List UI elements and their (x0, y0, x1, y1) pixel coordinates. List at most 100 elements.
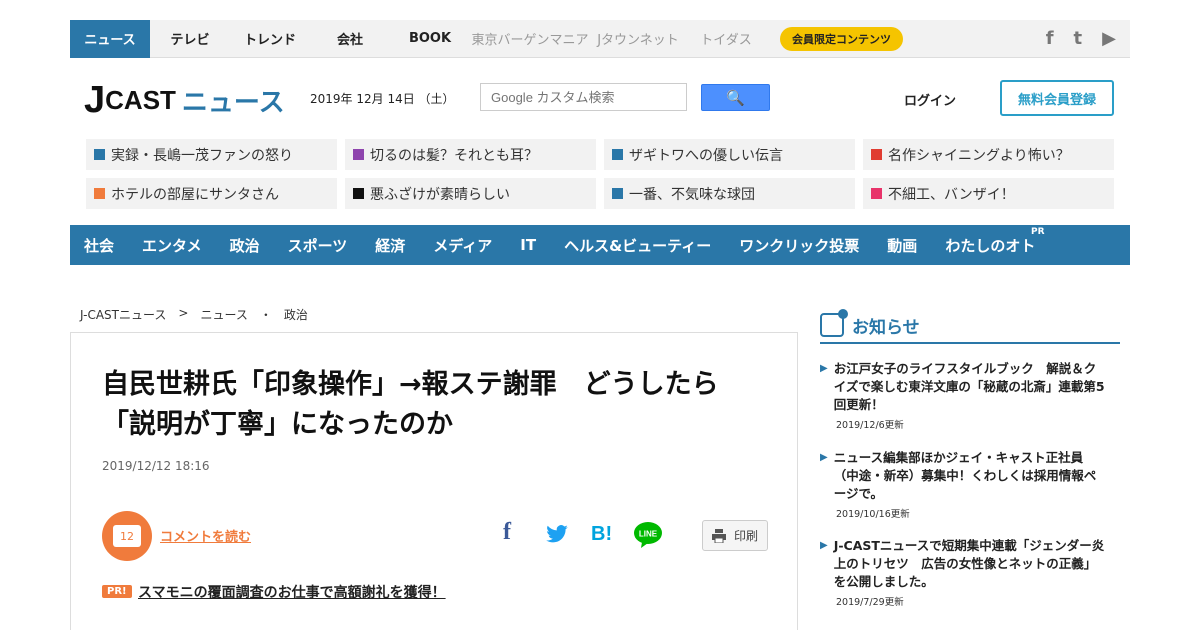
topic-label: 不細工、バンザイ！ (888, 186, 1015, 203)
logo-j: J (84, 79, 106, 121)
pr-label: PR (1031, 227, 1045, 237)
search-button[interactable]: 🔍 (701, 84, 770, 111)
twitter-icon[interactable]: t (1074, 28, 1083, 49)
current-date: 2019年 12月 14日 （土） (310, 92, 455, 106)
nav-item-watashi-no-oto[interactable]: わたしのオト (945, 235, 1035, 256)
title-line: 「説明が丁寧」になったのか (102, 409, 453, 440)
nav-item-video[interactable]: 動画 (887, 235, 917, 256)
tab-book[interactable]: BOOK (390, 20, 470, 58)
notice-text: イズで楽しむ東洋文庫の「秘蔵の北斎」連載第5 (833, 379, 1105, 394)
topic-label: 悪ふざけが素晴らしい (370, 186, 510, 203)
twitter-share-icon[interactable] (546, 525, 568, 543)
notice-item[interactable]: ▶ お江戸女子のライフスタイルブック 解説＆ク イズで楽しむ東洋文庫の「秘蔵の北… (820, 360, 1120, 431)
category-nav: 社会 エンタメ 政治 スポーツ 経済 メディア IT ヘルス&ビューティー ワン… (70, 225, 1130, 265)
notice-icon (820, 309, 848, 337)
pr-tag: PR! (102, 585, 132, 598)
topic-item[interactable]: 悪ふざけが素晴らしい (345, 178, 596, 209)
print-button[interactable]: 印刷 (702, 520, 768, 551)
nav-item-society[interactable]: 社会 (84, 235, 114, 256)
triangle-right-icon: ▶ (820, 540, 828, 551)
printer-icon (711, 528, 726, 543)
topic-item[interactable]: 実録・長嶋一茂ファンの怒り (86, 139, 337, 170)
nav-item-it[interactable]: IT (520, 236, 536, 254)
notice-text: （中途・新卒）募集中！くわしくは採用情報ペ (833, 468, 1097, 483)
triangle-right-icon: ▶ (820, 452, 828, 463)
line-share-icon[interactable]: LINE (633, 521, 663, 549)
notice-text: お江戸女子のライフスタイルブック 解説＆ク (833, 361, 1097, 376)
breadcrumb-separator: > (178, 306, 189, 320)
notice-text: を公開しました。 (833, 574, 934, 589)
read-comments-link[interactable]: コメントを読む (160, 526, 251, 545)
notice-text: J-CASTニュースで短期集中連載「ジェンダー炎 (833, 538, 1105, 553)
tab-toidas[interactable]: トイダス (686, 20, 766, 58)
print-label: 印刷 (733, 529, 758, 543)
topic-item[interactable]: 名作シャイニングより怖い？ (863, 139, 1114, 170)
hatena-bookmark-icon[interactable]: B! (591, 523, 612, 546)
topic-label: 一番、不気味な球団 (629, 186, 755, 203)
breadcrumb-politics[interactable]: 政治 (284, 306, 308, 323)
nav-item-health-beauty[interactable]: ヘルス&ビューティー (564, 235, 711, 256)
topic-label: 名作シャイニングより怖い？ (888, 147, 1070, 164)
tab-jtown-net[interactable]: Jタウンネット (590, 20, 686, 58)
nav-item-media[interactable]: メディア (433, 235, 492, 256)
topic-marker-icon (353, 188, 364, 199)
topic-grid: 実録・長嶋一茂ファンの怒り 切るのは髪？それとも耳？ ザギトワへの優しい伝言 名… (86, 139, 1114, 209)
topic-label: ザギトワへの優しい伝言 (629, 147, 783, 164)
article-date: 2019/12/12 18:16 (102, 459, 210, 473)
topic-item[interactable]: ザギトワへの優しい伝言 (604, 139, 855, 170)
article-title: 自民世耕氏「印象操作」→報ステ謝罪 どうしたら 「説明が丁寧」になったのか (102, 365, 772, 445)
topic-label: ホテルの部屋にサンタさん (111, 186, 279, 203)
tab-company[interactable]: 会社 (310, 20, 390, 58)
facebook-share-icon[interactable]: f (503, 519, 511, 546)
title-line: 自民世耕氏「印象操作」→報ステ謝罪 どうしたら (102, 369, 719, 400)
nav-item-sports[interactable]: スポーツ (288, 235, 348, 256)
nav-item-politics[interactable]: 政治 (230, 235, 260, 256)
search-input[interactable] (480, 83, 687, 111)
breadcrumb-news[interactable]: ニュース (200, 306, 247, 323)
topic-item[interactable]: 一番、不気味な球団 (604, 178, 855, 209)
triangle-right-icon: ▶ (820, 363, 828, 374)
youtube-icon[interactable]: ▶ (1102, 28, 1116, 49)
social-links: f t ▶ (1046, 28, 1130, 49)
svg-text:LINE: LINE (639, 530, 658, 539)
sponsored-link[interactable]: スマモニの覆面調査のお仕事で高額謝礼を獲得！ (138, 582, 446, 602)
topic-item[interactable]: 切るのは髪？それとも耳？ (345, 139, 596, 170)
topic-marker-icon (353, 149, 364, 160)
topic-label: 実録・長嶋一茂ファンの怒り (111, 147, 293, 164)
notice-date: 2019/7/29更新 (836, 597, 904, 608)
topic-item[interactable]: ホテルの部屋にサンタさん (86, 178, 337, 209)
nav-item-economy[interactable]: 経済 (375, 235, 405, 256)
member-content-badge[interactable]: 会員限定コンテンツ (780, 26, 903, 51)
register-button[interactable]: 無料会員登録 (1000, 80, 1114, 116)
tab-tv[interactable]: テレビ (150, 20, 230, 58)
notice-heading: お知らせ (820, 308, 1120, 344)
logo-cast: CAST (105, 84, 176, 115)
notice-date: 2019/12/6更新 (836, 420, 904, 431)
comment-icon[interactable]: 12 (102, 511, 152, 561)
topic-marker-icon (612, 188, 623, 199)
notice-item[interactable]: ▶ J-CASTニュースで短期集中連載「ジェンダー炎 上のトリセツ 広告の女性像… (820, 537, 1120, 608)
nav-item-entertainment[interactable]: エンタメ (142, 235, 202, 256)
login-link[interactable]: ログイン (904, 90, 956, 109)
topic-label: 切るのは髪？それとも耳？ (370, 147, 538, 164)
tab-bargain-mania[interactable]: 東京バーゲンマニア (470, 20, 590, 58)
site-logo[interactable]: J CAST ニュース (84, 80, 285, 120)
facebook-icon[interactable]: f (1046, 28, 1054, 49)
logo-news: ニュース (181, 86, 285, 117)
notice-text: 回更新！ (833, 397, 884, 412)
topic-marker-icon (871, 149, 882, 160)
comment-count: 12 (113, 525, 141, 547)
notice-date: 2019/10/16更新 (836, 509, 910, 520)
notice-title: お知らせ (852, 317, 920, 338)
breadcrumb: J-CASTニュース > ニュース ・ 政治 (80, 306, 308, 323)
breadcrumb-home[interactable]: J-CASTニュース (80, 306, 166, 323)
topic-item[interactable]: 不細工、バンザイ！ (863, 178, 1114, 209)
tab-trend[interactable]: トレンド (230, 20, 310, 58)
search-icon: 🔍 (726, 88, 745, 107)
notice-text: ニュース編集部ほかジェイ・キャスト正社員 (833, 450, 1084, 465)
nav-item-one-click-vote[interactable]: ワンクリック投票 (739, 235, 859, 256)
notice-text: 上のトリセツ 広告の女性像とネットの正義」 (833, 556, 1097, 571)
topic-marker-icon (871, 188, 882, 199)
tab-news[interactable]: ニュース (70, 19, 150, 58)
notice-item[interactable]: ▶ ニュース編集部ほかジェイ・キャスト正社員 （中途・新卒）募集中！くわしくは採… (820, 449, 1120, 520)
